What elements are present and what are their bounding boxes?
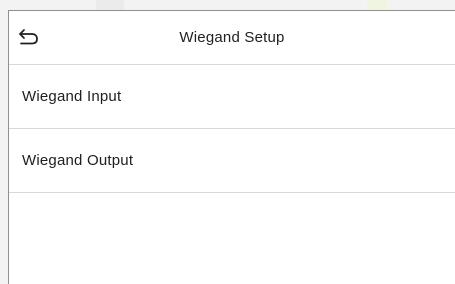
menu-list: Wiegand Input Wiegand Output <box>9 65 455 193</box>
device-screen: Wiegand Setup Wiegand Input Wiegand Outp… <box>8 10 455 284</box>
menu-item-wiegand-output[interactable]: Wiegand Output <box>9 129 455 193</box>
screen-header: Wiegand Setup <box>9 11 455 65</box>
page-title: Wiegand Setup <box>179 29 285 46</box>
menu-item-wiegand-input[interactable]: Wiegand Input <box>9 65 455 129</box>
